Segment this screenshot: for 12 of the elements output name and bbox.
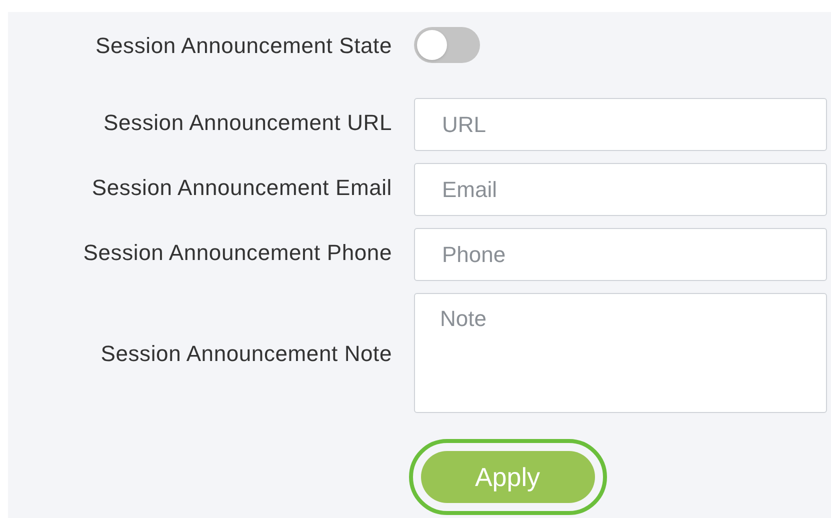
input-field[interactable]: Phone: [414, 228, 827, 281]
input-field[interactable]: URL: [414, 98, 827, 151]
field-label: Session Announcement Note: [100, 340, 392, 368]
field-label: Session Announcement State: [94, 32, 392, 60]
toggle-knob: [417, 30, 447, 60]
toggle-switch[interactable]: [414, 27, 480, 63]
apply-button[interactable]: Apply: [420, 451, 594, 503]
field-label: Session Announcement Phone: [82, 239, 392, 267]
field-label: Session Announcement URL: [102, 109, 392, 137]
note-textarea[interactable]: Note: [414, 293, 827, 413]
field-label: Session Announcement Email: [90, 174, 392, 202]
input-field[interactable]: Email: [414, 163, 827, 216]
